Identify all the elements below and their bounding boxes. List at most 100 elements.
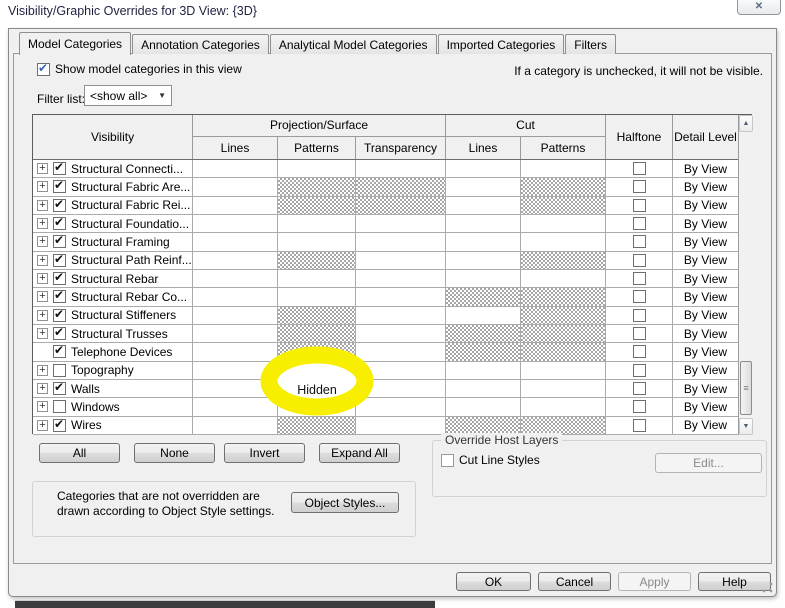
halftone-checkbox[interactable] bbox=[632, 272, 646, 286]
cut-lines-cell[interactable] bbox=[446, 251, 521, 269]
cut-patterns-cell[interactable] bbox=[521, 398, 606, 416]
ok-button[interactable]: OK bbox=[456, 572, 531, 591]
ps-patterns-cell[interactable] bbox=[278, 251, 356, 269]
expand-icon[interactable]: + bbox=[37, 291, 48, 303]
column-header-cut-lines[interactable]: Lines bbox=[446, 136, 521, 159]
cut-patterns-cell[interactable] bbox=[521, 416, 606, 434]
cut-lines-cell[interactable] bbox=[446, 361, 521, 379]
ps-patterns-cell[interactable] bbox=[278, 160, 356, 178]
halftone-checkbox[interactable] bbox=[632, 308, 646, 322]
cut-lines-cell[interactable] bbox=[446, 324, 521, 343]
ps-transparency-cell[interactable] bbox=[356, 178, 446, 196]
cut-line-styles-checkbox[interactable] bbox=[441, 453, 454, 467]
halftone-checkbox[interactable] bbox=[632, 162, 646, 176]
category-visibility-checkbox[interactable]: ✔ bbox=[53, 288, 66, 304]
cut-lines-cell[interactable] bbox=[446, 288, 521, 306]
halftone-checkbox[interactable] bbox=[632, 180, 646, 194]
halftone-checkbox[interactable] bbox=[632, 418, 646, 432]
ps-patterns-cell[interactable] bbox=[278, 214, 356, 233]
ps-lines-cell[interactable] bbox=[193, 214, 278, 233]
halftone-checkbox[interactable] bbox=[632, 217, 646, 231]
ps-patterns-cell[interactable] bbox=[278, 178, 356, 196]
halftone-cell[interactable] bbox=[606, 214, 673, 233]
cut-patterns-cell[interactable] bbox=[521, 343, 606, 361]
cut-patterns-cell[interactable] bbox=[521, 306, 606, 324]
halftone-checkbox[interactable] bbox=[632, 290, 646, 304]
ps-transparency-cell[interactable] bbox=[356, 288, 446, 306]
expand-icon[interactable]: + bbox=[37, 364, 48, 376]
show-model-categories-checkbox[interactable]: ✔ bbox=[37, 61, 50, 76]
ps-transparency-cell[interactable] bbox=[356, 233, 446, 251]
cut-patterns-cell[interactable] bbox=[521, 178, 606, 196]
ps-transparency-cell[interactable] bbox=[356, 196, 446, 214]
halftone-checkbox[interactable] bbox=[632, 327, 646, 341]
ps-transparency-cell[interactable] bbox=[356, 251, 446, 269]
ps-patterns-cell[interactable] bbox=[278, 324, 356, 343]
ps-lines-cell[interactable] bbox=[193, 343, 278, 361]
resize-grip[interactable] bbox=[762, 582, 773, 593]
category-visibility-checkbox[interactable]: ✔ bbox=[53, 307, 66, 322]
cut-patterns-cell[interactable] bbox=[521, 196, 606, 214]
expand-all-button[interactable]: Expand All bbox=[319, 443, 400, 463]
ps-patterns-cell[interactable] bbox=[278, 398, 356, 416]
column-header-halftone[interactable]: Halftone bbox=[606, 115, 673, 159]
ps-lines-cell[interactable] bbox=[193, 251, 278, 269]
cut-lines-cell[interactable] bbox=[446, 160, 521, 178]
ps-lines-cell[interactable] bbox=[193, 288, 278, 306]
cut-lines-cell[interactable] bbox=[446, 306, 521, 324]
halftone-cell[interactable] bbox=[606, 251, 673, 269]
ps-transparency-cell[interactable] bbox=[356, 324, 446, 343]
cut-lines-cell[interactable] bbox=[446, 343, 521, 361]
halftone-cell[interactable] bbox=[606, 306, 673, 324]
halftone-cell[interactable] bbox=[606, 233, 673, 251]
tab-annotation-categories[interactable]: Annotation Categories bbox=[132, 34, 269, 54]
category-visibility-checkbox[interactable]: ✔ bbox=[53, 233, 66, 249]
ps-patterns-cell[interactable] bbox=[278, 233, 356, 251]
scroll-down-button[interactable]: ▼ bbox=[739, 418, 753, 435]
category-visibility-checkbox[interactable]: ✔ bbox=[53, 215, 66, 231]
ps-patterns-cell[interactable] bbox=[278, 269, 356, 288]
ps-lines-cell[interactable] bbox=[193, 361, 278, 379]
cut-lines-cell[interactable] bbox=[446, 178, 521, 196]
detail-level-cell[interactable]: By View bbox=[673, 362, 738, 379]
column-header-cut[interactable]: Cut bbox=[446, 115, 606, 136]
ps-transparency-cell[interactable] bbox=[356, 214, 446, 233]
halftone-checkbox[interactable] bbox=[632, 363, 646, 377]
detail-level-cell[interactable]: By View bbox=[673, 178, 738, 195]
detail-level-cell[interactable]: By View bbox=[673, 343, 738, 360]
table-scrollbar[interactable]: ▲ ≡ ▼ bbox=[738, 115, 753, 435]
category-visibility-checkbox[interactable]: ✔ bbox=[53, 343, 66, 359]
ps-lines-cell[interactable] bbox=[193, 269, 278, 288]
ps-transparency-cell[interactable] bbox=[356, 416, 446, 434]
none-button[interactable]: None bbox=[134, 443, 215, 463]
scrollbar-track[interactable]: ≡ bbox=[739, 132, 753, 418]
cut-patterns-cell[interactable] bbox=[521, 160, 606, 178]
detail-level-cell[interactable]: By View bbox=[673, 417, 738, 434]
ps-transparency-cell[interactable] bbox=[356, 361, 446, 379]
detail-level-cell[interactable]: By View bbox=[673, 288, 738, 305]
ps-patterns-cell[interactable] bbox=[278, 379, 356, 398]
detail-level-cell[interactable]: By View bbox=[673, 160, 738, 177]
cut-patterns-cell[interactable] bbox=[521, 361, 606, 379]
category-visibility-checkbox[interactable]: ✔ bbox=[53, 417, 66, 432]
halftone-cell[interactable] bbox=[606, 416, 673, 434]
column-header-detail-level[interactable]: Detail Level bbox=[673, 115, 738, 159]
object-styles-button[interactable]: Object Styles... bbox=[291, 492, 399, 513]
expand-icon[interactable]: + bbox=[37, 419, 48, 431]
column-header-visibility[interactable]: Visibility bbox=[33, 115, 193, 159]
ps-patterns-cell[interactable] bbox=[278, 306, 356, 324]
ps-lines-cell[interactable] bbox=[193, 160, 278, 178]
expand-icon[interactable]: + bbox=[37, 328, 48, 340]
detail-level-cell[interactable]: By View bbox=[673, 380, 738, 397]
filter-list-dropdown[interactable]: <show all> ▼ bbox=[84, 85, 172, 106]
expand-icon[interactable]: + bbox=[37, 309, 48, 321]
ps-transparency-cell[interactable] bbox=[356, 269, 446, 288]
ps-patterns-cell[interactable] bbox=[278, 416, 356, 434]
cut-patterns-cell[interactable] bbox=[521, 233, 606, 251]
cut-patterns-cell[interactable] bbox=[521, 379, 606, 398]
ps-lines-cell[interactable] bbox=[193, 306, 278, 324]
cut-patterns-cell[interactable] bbox=[521, 214, 606, 233]
column-header-ps-patterns[interactable]: Patterns bbox=[278, 136, 356, 159]
cut-patterns-cell[interactable] bbox=[521, 288, 606, 306]
cut-patterns-cell[interactable] bbox=[521, 269, 606, 288]
